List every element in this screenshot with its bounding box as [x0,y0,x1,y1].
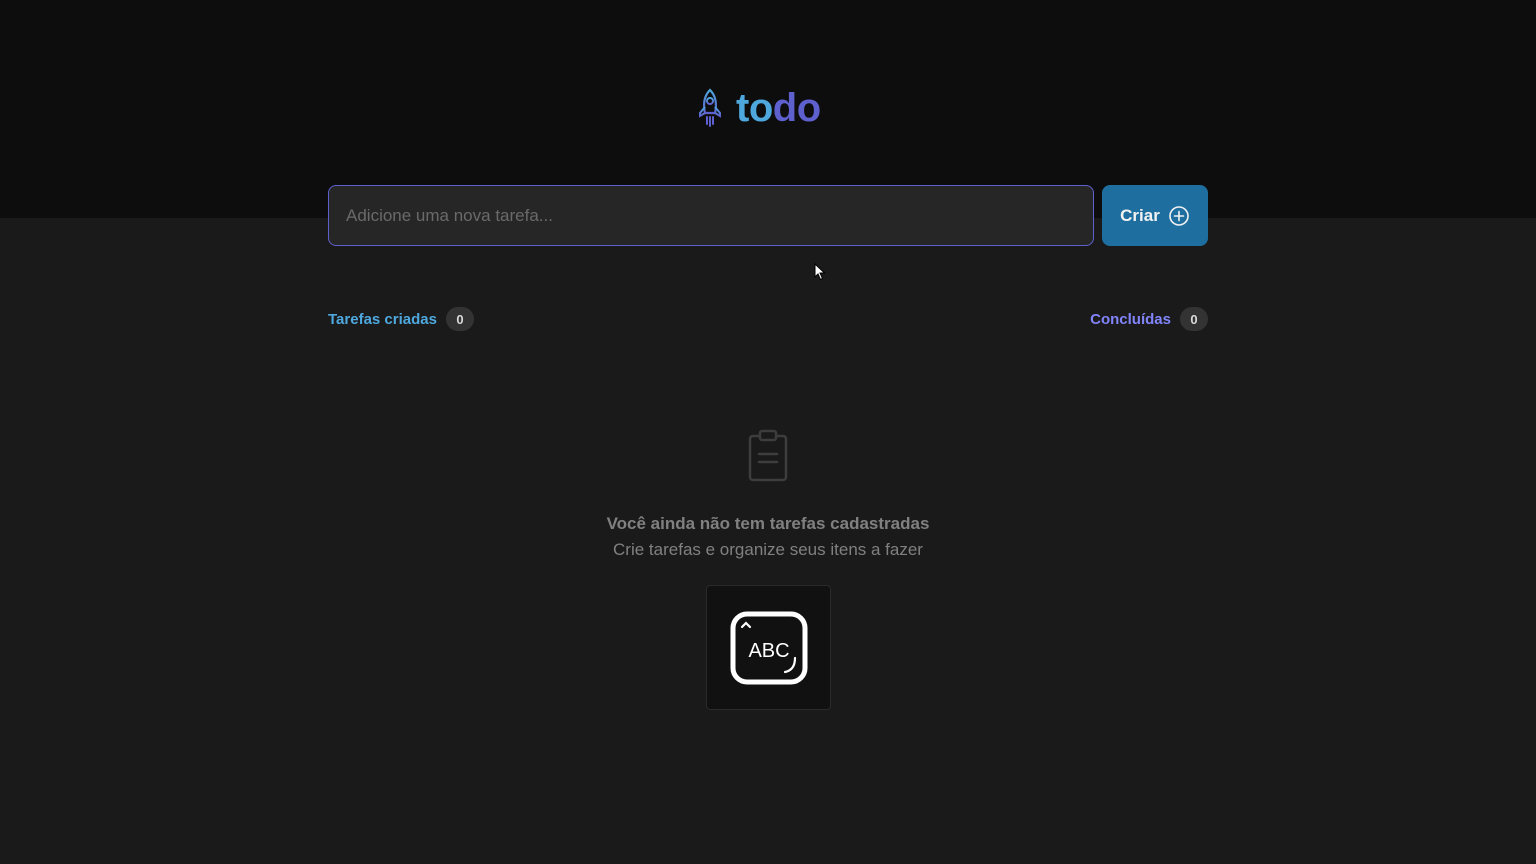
created-tasks-label: Tarefas criadas [328,310,437,328]
empty-state: Você ainda não tem tarefas cadastradas C… [328,428,1208,560]
new-task-field[interactable] [328,185,1094,246]
done-tasks-badge: 0 [1180,307,1208,331]
logo-text: todo [736,86,821,130]
mouse-pointer-icon [814,263,826,281]
keyboard-popup[interactable]: ABC [706,585,831,710]
empty-state-subtitle: Crie tarefas e organize seus itens a faz… [613,540,923,559]
rocket-icon [699,88,721,127]
plus-circle-icon [1169,205,1189,226]
clipboard-icon [748,429,788,482]
logo: todo [696,86,821,130]
done-tasks-counter: Concluídas 0 [1090,307,1208,331]
created-tasks-badge: 0 [445,307,474,331]
done-tasks-label: Concluídas [1090,310,1171,328]
create-button-label: Criar [1120,205,1160,225]
create-button[interactable]: Criar [1102,185,1208,246]
empty-state-title: Você ainda não tem tarefas cadastradas [606,514,930,533]
task-counters: Tarefas criadas 0 Concluídas 0 [328,307,1208,331]
created-tasks-counter: Tarefas criadas 0 [328,307,474,331]
keyboard-input-icon: ABC [730,611,807,684]
keyboard-popup-text: ABC [748,640,789,662]
new-task-input[interactable] [346,205,1076,226]
